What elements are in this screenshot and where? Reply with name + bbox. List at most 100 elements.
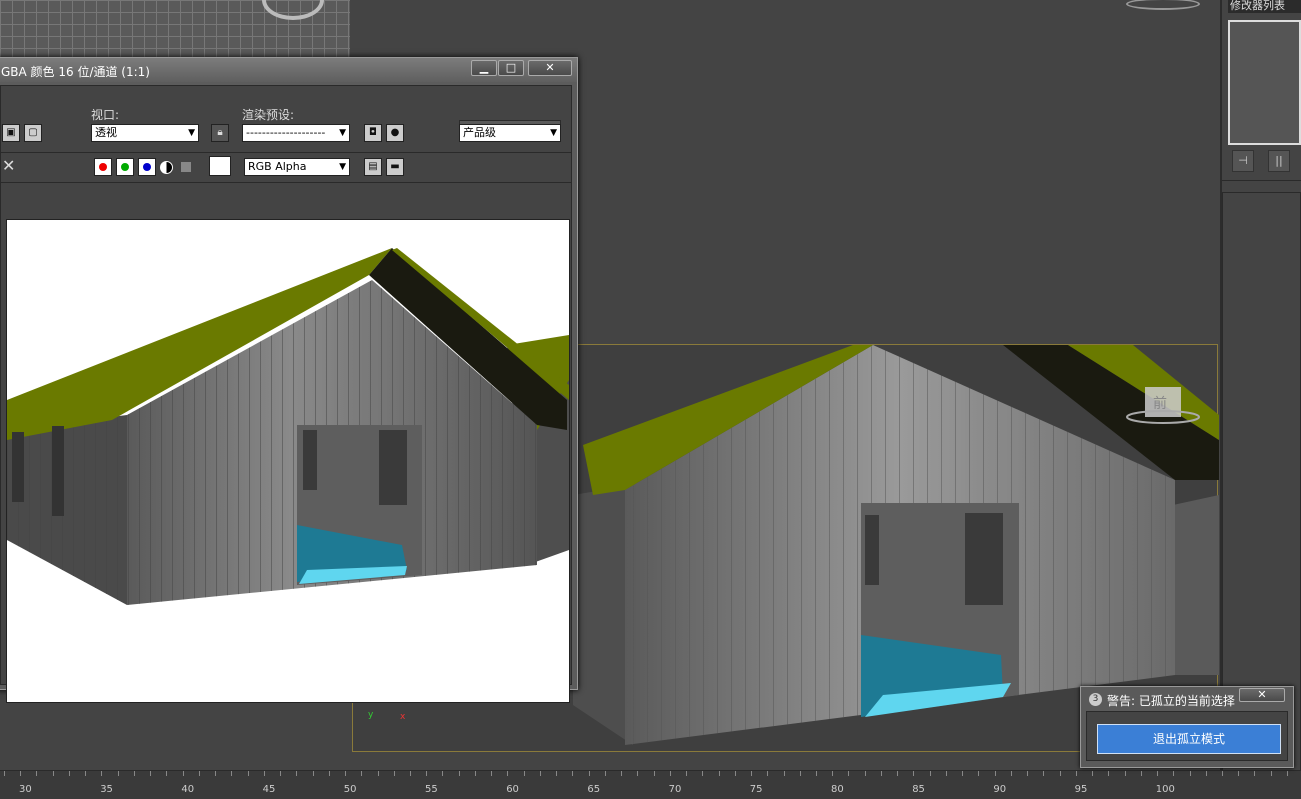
timeline-tick (556, 771, 557, 776)
timeline-tick (670, 771, 671, 776)
close-button[interactable]: ✕ (528, 60, 572, 76)
timeline-tick-label: 90 (993, 784, 1007, 795)
maximize-button[interactable]: □ (498, 60, 524, 76)
timeline-tick (231, 771, 232, 776)
timeline-tick (1190, 771, 1191, 776)
timeline-ruler[interactable]: 30 35 40 45 50 55 60 65 70 75 80 85 90 95 100 (0, 770, 1301, 799)
render-setup-icon[interactable]: ◘ (364, 124, 382, 142)
modifier-list-dropdown[interactable]: 修改器列表 (1228, 0, 1301, 13)
window-title: GBA 颜色 16 位/通道 (1:1) (1, 65, 150, 79)
timeline-tick (605, 771, 606, 776)
blue-channel-toggle[interactable] (138, 158, 156, 176)
timeline-tick (101, 771, 102, 776)
timeline-tick (1238, 771, 1239, 776)
timeline-tick (118, 771, 119, 776)
preset-label: 渲染预设: (242, 108, 295, 122)
timeline-tick (1206, 771, 1207, 776)
timeline-tick (589, 771, 590, 776)
timeline-tick (946, 771, 947, 776)
lock-icon[interactable]: 🔒︎ (211, 124, 229, 142)
render-quality-dropdown[interactable]: 产品级 ▼ (459, 124, 561, 142)
chevron-down-icon: ▼ (339, 128, 346, 138)
timeline-tick-label: 80 (831, 784, 844, 795)
timeline-tick (248, 771, 249, 776)
house-render (7, 248, 569, 605)
timeline-tick (361, 771, 362, 776)
timeline-tick-label: 50 (343, 784, 357, 795)
timeline-tick (1157, 771, 1158, 776)
timeline-tick (69, 771, 70, 776)
pin-stack-icon[interactable]: ⊣ (1232, 150, 1254, 172)
close-button[interactable]: ✕ (1239, 688, 1285, 702)
timeline-tick (1287, 771, 1288, 776)
timeline-tick (264, 771, 265, 776)
timeline-tick (215, 771, 216, 776)
environment-icon[interactable]: ● (386, 124, 404, 142)
chevron-down-icon: ▼ (339, 162, 346, 172)
timeline-tick (848, 771, 849, 776)
timeline-tick (1092, 771, 1093, 776)
rendered-image (6, 219, 570, 703)
clear-icon[interactable]: ✕ (2, 156, 15, 175)
timeline-tick (1043, 771, 1044, 776)
timeline-tick (897, 771, 898, 776)
timeline-tick (540, 771, 541, 776)
timeline-tick (1222, 771, 1223, 776)
viewport-dropdown[interactable]: 透视 ▼ (91, 124, 199, 142)
render-window-body: ▣ ▢ 视口: 透视 ▼ 🔒︎ 渲染预设: -------------------… (0, 85, 572, 703)
toggle-ui-icon[interactable]: ▤ (364, 158, 382, 176)
window-titlebar[interactable]: GBA 颜色 16 位/通道 (1:1) ▁ □ ✕ (0, 58, 577, 82)
timeline-tick (475, 771, 476, 776)
timeline-tick (507, 771, 508, 776)
timeline-tick (1173, 771, 1174, 776)
timeline-tick (784, 771, 785, 776)
alpha-toggle-icon[interactable] (160, 161, 173, 174)
timeline-tick-label: 60 (506, 784, 519, 795)
timeline-tick (491, 771, 492, 776)
rendered-frame-window: GBA 颜色 16 位/通道 (1:1) ▁ □ ✕ ▣ ▢ 视口: 透视 ▼ 🔒… (0, 57, 578, 703)
timeline-tick-label: 95 (1074, 784, 1088, 795)
green-channel-toggle[interactable] (116, 158, 134, 176)
toggle-display-icon[interactable]: ▬ (386, 158, 404, 176)
monochrome-icon[interactable] (181, 162, 191, 172)
exit-isolation-button[interactable]: 退出孤立模式 (1097, 724, 1281, 754)
timeline-tick (962, 771, 963, 776)
timeline-tick-label: 70 (668, 784, 682, 795)
timeline-tick (410, 771, 411, 776)
display-channel-dropdown[interactable]: RGB Alpha ▼ (244, 158, 350, 176)
viewcube-label[interactable]: 前 (1153, 393, 1167, 413)
timeline-tick (1011, 771, 1012, 776)
render-preset-dropdown[interactable]: -------------------- ▼ (242, 124, 350, 142)
timeline-tick (134, 771, 135, 776)
timeline-tick (280, 771, 281, 776)
timeline-tick (166, 771, 167, 776)
timeline-tick (572, 771, 573, 776)
red-channel-toggle[interactable] (94, 158, 112, 176)
color-swatch[interactable] (209, 156, 231, 176)
timeline-tick (913, 771, 914, 776)
timeline-tick (881, 771, 882, 776)
modifier-stack[interactable] (1228, 20, 1301, 145)
save-image-icon[interactable]: ▣ (2, 124, 20, 142)
timeline-tick (4, 771, 5, 776)
timeline-tick (53, 771, 54, 776)
timeline-tick-label: 40 (181, 784, 195, 795)
timeline-tick (800, 771, 801, 776)
timeline-tick (313, 771, 314, 776)
timeline-tick (36, 771, 37, 776)
chevron-down-icon: ▼ (188, 128, 195, 138)
dialog-title: 警告: 已孤立的当前选择 (1107, 694, 1235, 708)
timeline-tick (702, 771, 703, 776)
copy-image-icon[interactable]: ▢ (24, 124, 42, 142)
minimize-button[interactable]: ▁ (471, 60, 497, 76)
timeline-tick (767, 771, 768, 776)
timeline-tick (637, 771, 638, 776)
timeline-tick (1108, 771, 1109, 776)
timeline-tick (832, 771, 833, 776)
show-end-result-icon[interactable]: || (1268, 150, 1290, 172)
timeline-tick (426, 771, 427, 776)
timeline-tick (751, 771, 752, 776)
timeline-tick (378, 771, 379, 776)
timeline-tick (930, 771, 931, 776)
timeline-tick (20, 771, 21, 776)
